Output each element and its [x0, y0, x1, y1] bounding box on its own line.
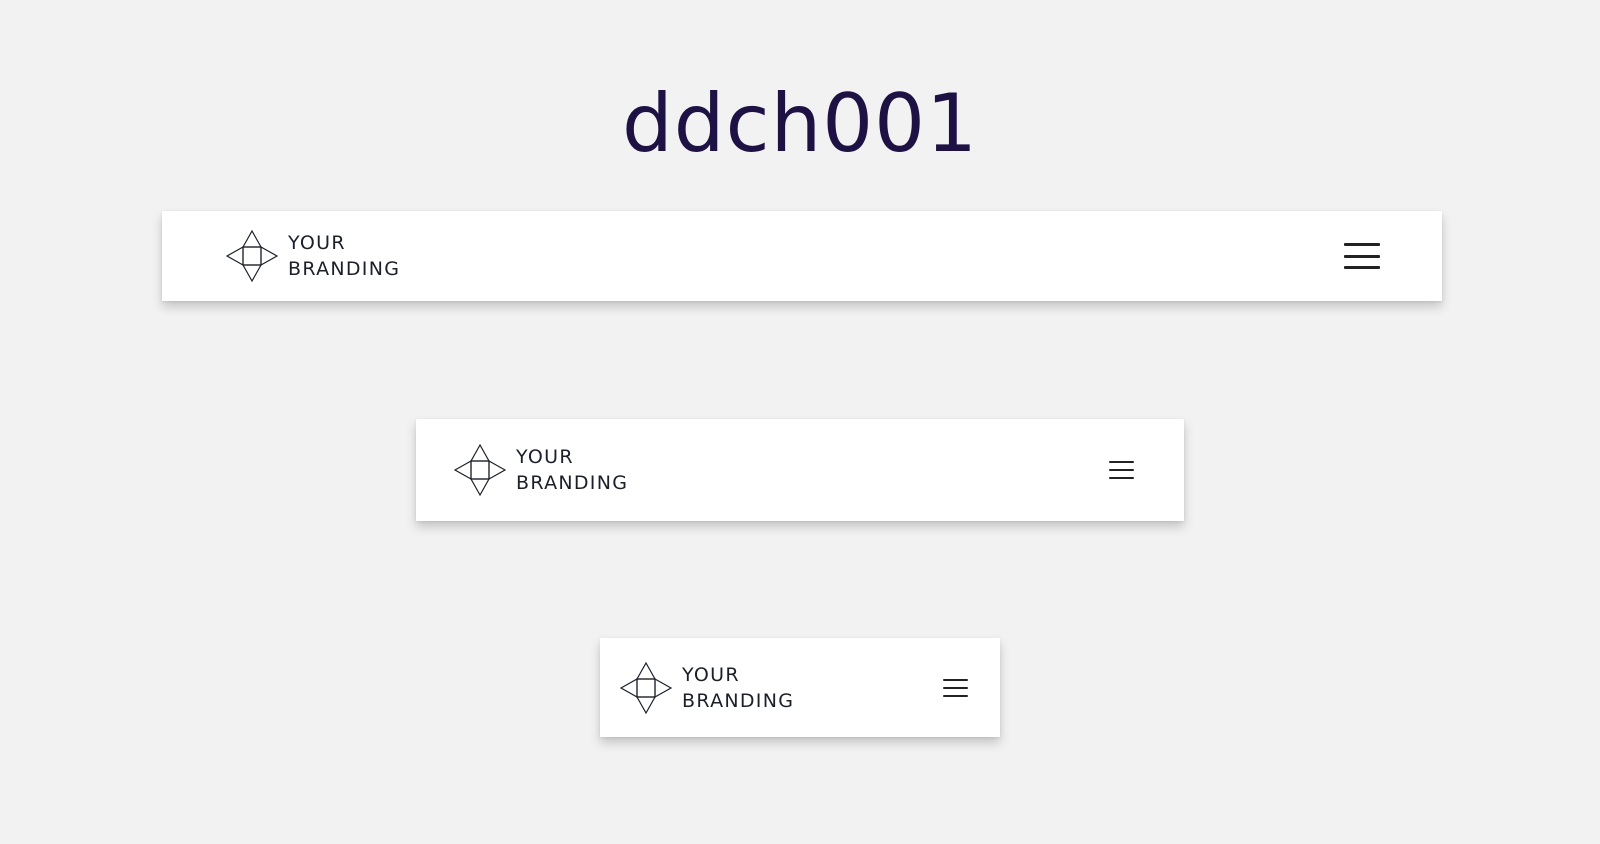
hamburger-menu-button[interactable] [1109, 461, 1134, 479]
hamburger-icon-bar [1344, 266, 1380, 269]
brand-text: YOUR BRANDING [288, 230, 400, 282]
hamburger-menu-button[interactable] [943, 678, 968, 697]
hamburger-icon-bar [1109, 477, 1134, 479]
hamburger-icon-bar [943, 678, 968, 681]
hamburger-icon-bar [1344, 254, 1380, 258]
brand-line-1: YOUR [682, 663, 740, 686]
brand-text: YOUR BRANDING [516, 444, 628, 496]
brand-line-1: YOUR [516, 446, 574, 468]
brand-text: YOUR BRANDING [682, 662, 794, 714]
hamburger-icon-bar [1109, 469, 1134, 471]
brand-line-2: BRANDING [682, 689, 795, 712]
navbar-small: YOUR BRANDING [600, 638, 1000, 737]
brand-line-2: BRANDING [288, 258, 401, 280]
page-title: ddch001 [622, 77, 978, 170]
diamond-logo-icon [454, 444, 506, 496]
hamburger-menu-button[interactable] [1344, 243, 1380, 269]
diamond-logo-icon [226, 230, 278, 282]
brand-logo-link[interactable]: YOUR BRANDING [454, 444, 628, 496]
brand-line-1: YOUR [288, 232, 346, 254]
brand-line-2: BRANDING [516, 472, 629, 494]
diamond-logo-icon [620, 661, 672, 714]
hamburger-icon-bar [943, 686, 968, 689]
hamburger-icon-bar [1344, 243, 1380, 246]
navbar-medium: YOUR BRANDING [416, 419, 1184, 521]
hamburger-icon-bar [943, 694, 968, 697]
navbar-large: YOUR BRANDING [162, 211, 1442, 301]
hamburger-icon-bar [1109, 461, 1134, 463]
brand-logo-link[interactable]: YOUR BRANDING [620, 661, 794, 714]
brand-logo-link[interactable]: YOUR BRANDING [226, 230, 400, 282]
